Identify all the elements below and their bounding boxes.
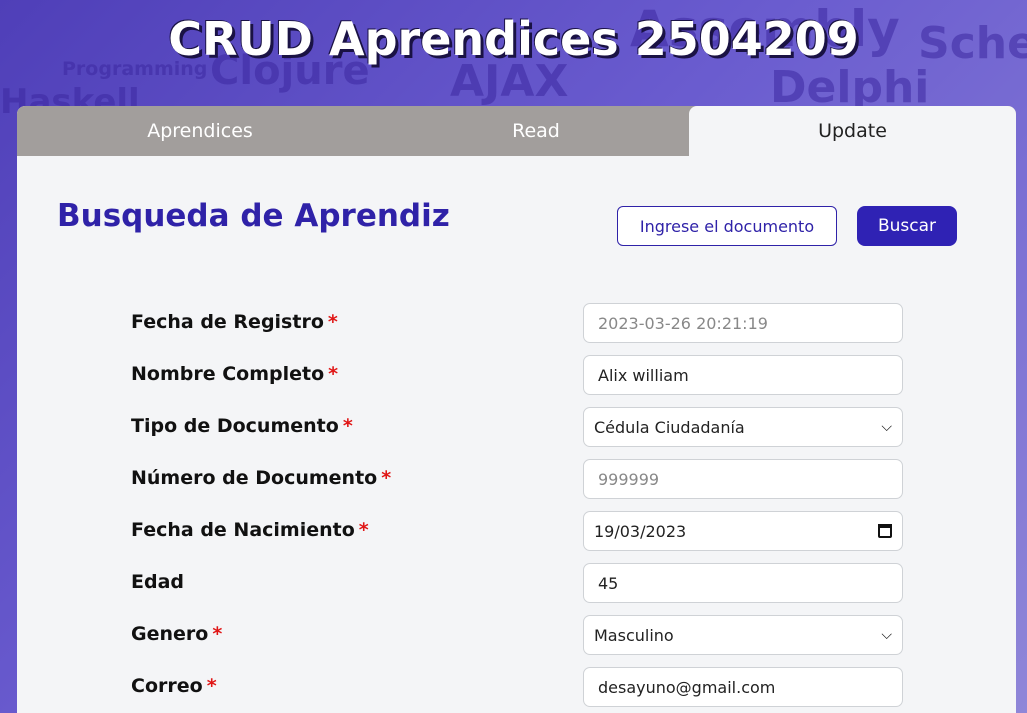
correo-label: Correo * <box>131 675 217 697</box>
tipo-documento-label: Tipo de Documento * <box>131 415 353 437</box>
nombre-field[interactable]: Alix william <box>583 355 903 395</box>
form-row-numero-documento: Número de Documento * 999999 <box>131 459 903 499</box>
page-title: CRUD Aprendices 2504209 <box>168 12 859 66</box>
fecha-nacimiento-date-input[interactable]: 19/03/2023 <box>583 511 903 551</box>
nombre-label: Nombre Completo * <box>131 363 338 385</box>
genero-label-text: Genero <box>131 623 209 645</box>
fecha-nacimiento-label-text: Fecha de Nacimiento <box>131 519 355 541</box>
tipo-documento-value: Cédula Ciudadanía <box>594 417 745 437</box>
chevron-down-icon: ⌵ <box>881 419 892 435</box>
tab-aprendices[interactable]: Aprendices <box>17 106 383 156</box>
edad-label: Edad <box>131 571 184 593</box>
main-card: Aprendices Read Update Busqueda de Apren… <box>17 106 1016 713</box>
numero-documento-field[interactable]: 999999 <box>583 459 903 499</box>
form-row-fecha-nacimiento: Fecha de Nacimiento * 19/03/2023 <box>131 511 903 551</box>
tipo-documento-select[interactable]: Cédula Ciudadanía ⌵ <box>583 407 903 447</box>
tab-update[interactable]: Update <box>689 106 1016 156</box>
form-row-nombre: Nombre Completo * Alix william <box>131 355 903 395</box>
chevron-down-icon: ⌵ <box>881 627 892 643</box>
numero-documento-label: Número de Documento * <box>131 467 391 489</box>
required-mark: * <box>327 311 338 333</box>
form-row-tipo-documento: Tipo de Documento * Cédula Ciudadanía ⌵ <box>131 407 903 447</box>
required-mark: * <box>381 467 392 489</box>
tab-bar: Aprendices Read Update <box>17 106 1016 156</box>
correo-label-text: Correo <box>131 675 203 697</box>
fecha-registro-label-text: Fecha de Registro <box>131 311 324 333</box>
correo-field[interactable]: desayuno@gmail.com <box>583 667 903 707</box>
form-row-correo: Correo * desayuno@gmail.com <box>131 667 903 707</box>
nombre-label-text: Nombre Completo <box>131 363 325 385</box>
required-mark: * <box>212 623 223 645</box>
genero-label: Genero * <box>131 623 222 645</box>
fecha-nacimiento-label: Fecha de Nacimiento * <box>131 519 369 541</box>
calendar-icon[interactable] <box>878 524 892 538</box>
edad-label-text: Edad <box>131 571 185 593</box>
tipo-documento-label-text: Tipo de Documento <box>131 415 339 437</box>
required-mark: * <box>342 415 353 437</box>
required-mark: * <box>328 363 339 385</box>
fecha-registro-field[interactable]: 2023-03-26 20:21:19 <box>583 303 903 343</box>
document-search-input[interactable] <box>617 206 837 246</box>
numero-documento-label-text: Número de Documento <box>131 467 378 489</box>
search-button[interactable]: Buscar <box>857 206 957 246</box>
form-row-edad: Edad 45 <box>131 563 903 603</box>
form-row-fecha-registro: Fecha de Registro * 2023-03-26 20:21:19 <box>131 303 903 343</box>
required-mark: * <box>206 675 217 697</box>
fecha-registro-label: Fecha de Registro * <box>131 311 338 333</box>
required-mark: * <box>358 519 369 541</box>
genero-select[interactable]: Masculino ⌵ <box>583 615 903 655</box>
form-row-genero: Genero * Masculino ⌵ <box>131 615 903 655</box>
fecha-nacimiento-value: 19/03/2023 <box>594 521 687 541</box>
search-heading: Busqueda de Aprendiz <box>57 198 450 234</box>
edad-field[interactable]: 45 <box>583 563 903 603</box>
genero-value: Masculino <box>594 625 674 645</box>
tab-read[interactable]: Read <box>383 106 689 156</box>
